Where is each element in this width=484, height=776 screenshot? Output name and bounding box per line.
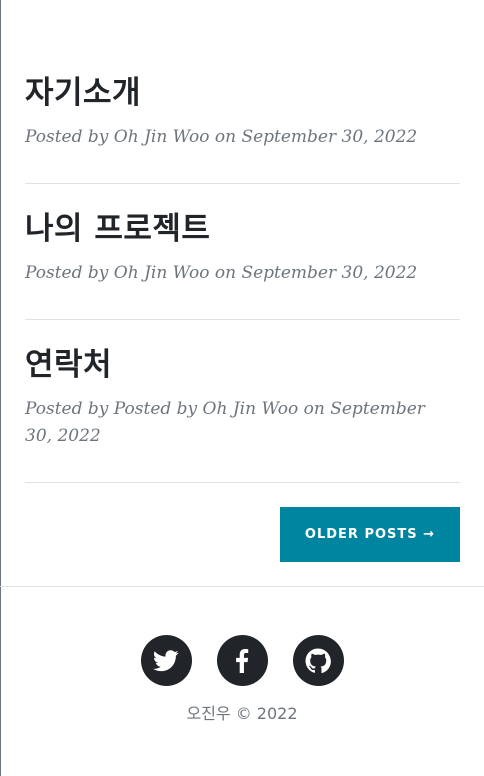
footer-divider [0,586,484,587]
twitter-link[interactable] [140,635,192,686]
post-title[interactable]: 자기소개 [25,74,460,112]
facebook-icon [236,648,249,673]
post-preview[interactable]: 자기소개 Posted by Oh Jin Woo on September 3… [25,74,460,151]
post-meta: Posted by Oh Jin Woo on September 30, 20… [25,127,418,147]
github-link[interactable] [292,635,344,686]
older-posts-button[interactable]: OLDER POSTS → [280,507,460,562]
facebook-link[interactable] [216,635,268,686]
post-preview[interactable]: 연락처 Posted by Posted by Oh Jin Woo on Se… [25,346,445,450]
post-meta: Posted by Posted by Oh Jin Woo on Septem… [25,399,425,446]
post-meta: Posted by Oh Jin Woo on September 30, 20… [25,263,418,283]
post-divider [25,482,460,483]
post-title[interactable]: 나의 프로젝트 [25,210,460,248]
social-links [0,635,484,686]
github-icon [305,648,331,673]
post-preview[interactable]: 나의 프로젝트 Posted by Oh Jin Woo on Septembe… [25,210,460,287]
post-title[interactable]: 연락처 [25,346,445,384]
post-divider [25,183,460,184]
copyright: 오진우 © 2022 [186,704,298,723]
twitter-icon [153,649,179,671]
post-divider [25,319,460,320]
